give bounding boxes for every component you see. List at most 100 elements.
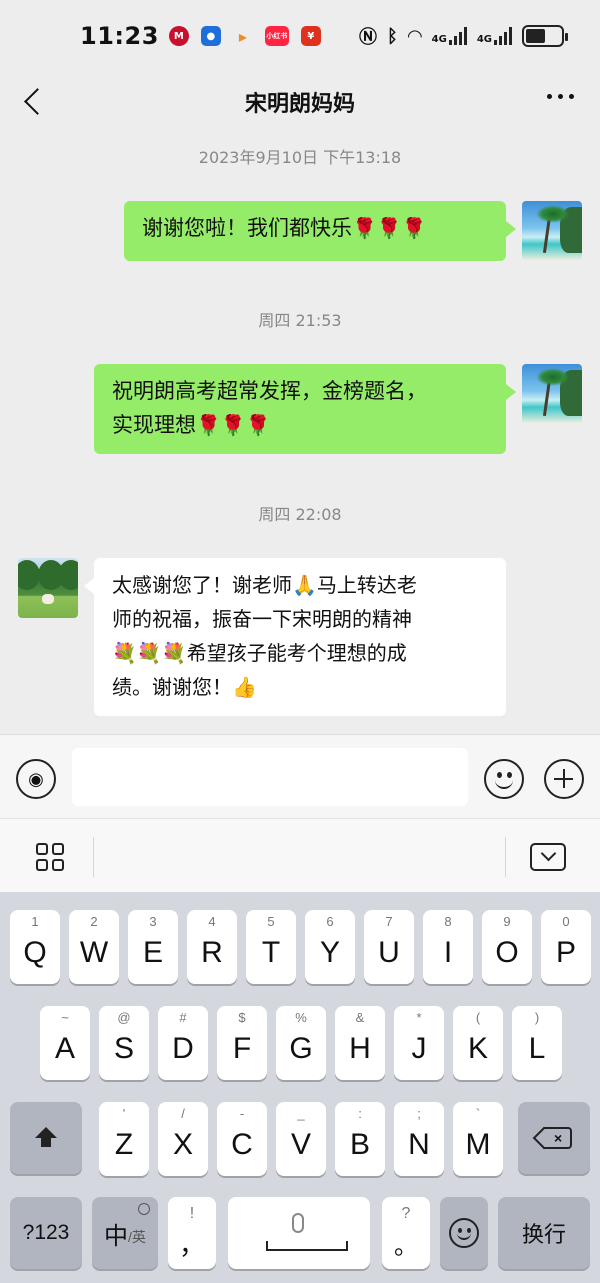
key-hint: 2 xyxy=(90,914,98,929)
key-h[interactable]: & H xyxy=(335,1006,385,1080)
emoji-button[interactable] xyxy=(484,759,524,799)
message-input[interactable] xyxy=(72,748,468,806)
divider xyxy=(505,837,506,877)
key-d[interactable]: # D xyxy=(158,1006,208,1080)
numbers-key[interactable]: ?123 xyxy=(10,1197,82,1269)
key-label: L xyxy=(528,1032,546,1065)
key-g[interactable]: % G xyxy=(276,1006,326,1080)
hide-keyboard-button[interactable] xyxy=(530,843,566,871)
my-avatar[interactable] xyxy=(522,201,582,261)
key-o[interactable]: 9O xyxy=(482,910,532,984)
key-m[interactable]: ` M xyxy=(453,1102,503,1176)
space-icon xyxy=(266,1241,348,1251)
key-hint: 4 xyxy=(208,914,216,929)
key-label: R xyxy=(201,936,223,969)
key-p[interactable]: 0P xyxy=(541,910,591,984)
key-label: D xyxy=(172,1032,194,1065)
key-hint: ' xyxy=(122,1106,126,1121)
globe-icon xyxy=(138,1203,150,1215)
key-label: N xyxy=(408,1128,430,1161)
key-s[interactable]: @ S xyxy=(99,1006,149,1080)
timestamp: 周四 22:08 xyxy=(258,505,342,524)
key-label: K xyxy=(467,1032,488,1065)
comma-key[interactable]: ! ， xyxy=(168,1197,216,1269)
key-label: W xyxy=(79,936,109,969)
key-c[interactable]: -C xyxy=(217,1102,267,1176)
key-r[interactable]: 4R xyxy=(187,910,237,984)
xiaohongshu-icon: 小红书 xyxy=(264,26,289,46)
shift-key[interactable] xyxy=(10,1102,82,1174)
key-hint: - xyxy=(239,1106,245,1121)
key-label: M xyxy=(465,1128,491,1161)
key-hint: & xyxy=(355,1010,365,1025)
key-i[interactable]: 8I xyxy=(423,910,473,984)
metro-icon: M xyxy=(168,26,189,46)
key-hint: ` xyxy=(475,1106,481,1121)
battery-icon xyxy=(522,25,568,47)
key-hint: 5 xyxy=(267,914,275,929)
status-bar: 11:23 M ● ▸ 小红书 ¥ Ⓝ ᛒ ◠ 4G 4G xyxy=(0,0,600,72)
key-j[interactable]: * J xyxy=(394,1006,444,1080)
key-label: Q xyxy=(23,936,47,969)
space-key[interactable] xyxy=(228,1197,370,1269)
message-bubble-sent[interactable]: 谢谢您啦！我们都快乐🌹🌹🌹 xyxy=(124,201,516,261)
key-hint: / xyxy=(181,1106,185,1121)
more-functions-button[interactable] xyxy=(544,759,584,799)
key-n[interactable]: ; N xyxy=(394,1102,444,1176)
key-y[interactable]: 6Y xyxy=(305,910,355,984)
contact-avatar[interactable] xyxy=(18,558,78,618)
key-hint: @ xyxy=(117,1010,131,1025)
wifi-icon: ◠ xyxy=(407,25,422,47)
key-hint: ) xyxy=(534,1010,540,1025)
my-avatar[interactable] xyxy=(522,364,582,424)
key-hint: 7 xyxy=(385,914,393,929)
emoji-key[interactable] xyxy=(440,1197,488,1269)
notification-icons: M ● ▸ 小红书 ¥ xyxy=(168,26,321,46)
key-b[interactable]: :B xyxy=(335,1102,385,1176)
key-label: T xyxy=(261,936,281,969)
key-f[interactable]: $ F xyxy=(217,1006,267,1080)
key-hint: ; xyxy=(417,1106,421,1121)
key-label: E xyxy=(142,936,163,969)
key-q[interactable]: 1Q xyxy=(10,910,60,984)
key-hint: % xyxy=(295,1010,307,1025)
keyboard-menu-icon[interactable] xyxy=(36,843,64,871)
message-bubble-received[interactable]: 太感谢您了！谢老师🙏马上转达老 师的祝福，振奋一下宋明朗的精神 💐💐💐希望孩子能… xyxy=(84,558,506,716)
keyboard: ?123 中/英 ! ， ? 。 换行 × 1Q2W3E4R5T6Y7U8I9O… xyxy=(0,892,600,1283)
key-label: Y xyxy=(319,936,340,969)
key-label: Z xyxy=(114,1128,134,1161)
nfc-icon: Ⓝ xyxy=(359,27,377,48)
period-key[interactable]: ? 。 xyxy=(382,1197,430,1269)
key-label: F xyxy=(232,1032,252,1065)
key-z[interactable]: ' Z xyxy=(99,1102,149,1176)
key-u[interactable]: 7U xyxy=(364,910,414,984)
key-label: I xyxy=(443,936,453,969)
key-label: P xyxy=(555,936,576,969)
key-hint: ( xyxy=(475,1010,481,1025)
key-l[interactable]: ) L xyxy=(512,1006,562,1080)
location-pin-icon: ● xyxy=(200,26,221,46)
key-a[interactable]: ~ A xyxy=(40,1006,90,1080)
language-switch-key[interactable]: 中/英 xyxy=(92,1197,158,1269)
key-v[interactable]: _ V xyxy=(276,1102,326,1176)
enter-key[interactable]: 换行 xyxy=(498,1197,590,1269)
key-e[interactable]: 3E xyxy=(128,910,178,984)
key-x[interactable]: / X xyxy=(158,1102,208,1176)
status-indicators: Ⓝ ᛒ ◠ 4G 4G xyxy=(359,23,568,49)
voice-input-button[interactable]: ◉ xyxy=(16,759,56,799)
key-hint: 8 xyxy=(444,914,452,929)
key-label: O xyxy=(495,936,519,969)
key-hint: * xyxy=(416,1010,422,1025)
backspace-icon: × xyxy=(532,1126,572,1150)
backspace-key[interactable]: × xyxy=(518,1102,590,1174)
voice-icon: ◉ xyxy=(28,768,44,790)
message-bubble-sent[interactable]: 祝明朗高考超常发挥，金榜题名， 实现理想🌹🌹🌹 xyxy=(94,364,516,454)
key-w[interactable]: 2W xyxy=(69,910,119,984)
key-label: C xyxy=(231,1128,253,1161)
key-t[interactable]: 5T xyxy=(246,910,296,984)
key-k[interactable]: (K xyxy=(453,1006,503,1080)
more-options-button[interactable] xyxy=(547,94,574,99)
key-label: V xyxy=(290,1128,311,1161)
key-hint: ~ xyxy=(61,1010,69,1025)
chat-title: 宋明朗妈妈 xyxy=(244,92,355,117)
